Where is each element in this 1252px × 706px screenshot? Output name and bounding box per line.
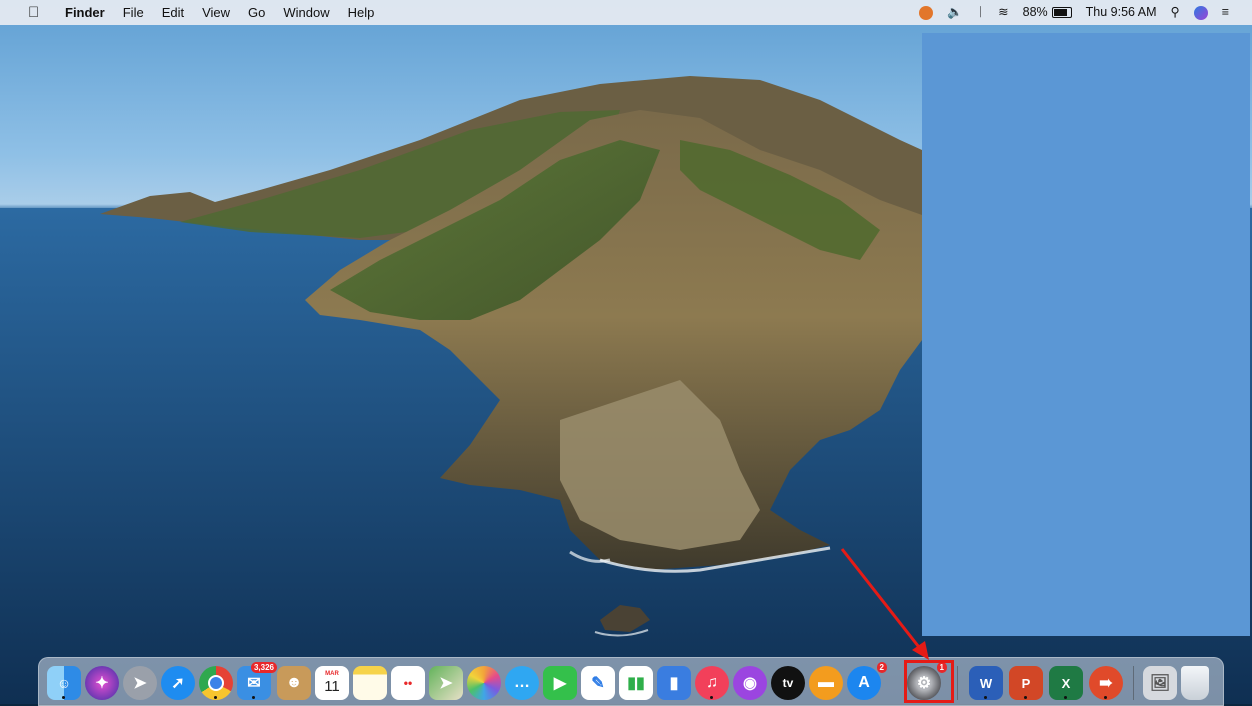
mail-badge: 3,326 [250,662,277,673]
volume-icon[interactable]: 🔈 [940,0,970,25]
siri-icon[interactable]: ✦ [85,666,119,700]
app-store-icon[interactable]: A2 [847,662,887,700]
notification-center-icon[interactable]: ≡ [1215,0,1236,25]
apple-tv-label: tv [782,676,794,690]
numbers-icon[interactable]: ▮▮ [619,666,653,700]
safari-icon[interactable]: ➚ [161,666,195,700]
menu-file[interactable]: File [114,0,153,25]
menu-finder[interactable]: Finder [56,0,114,25]
reminders-icon[interactable]: •• [391,666,425,700]
menu-help[interactable]: Help [339,0,384,25]
siri-icon[interactable] [1187,5,1215,20]
calendar-month: MAR [325,671,339,677]
photos-icon[interactable] [467,666,501,700]
user-status-icon[interactable] [912,5,940,20]
facetime-icon[interactable]: ▶ [543,666,577,700]
menu-view[interactable]: View [193,0,239,25]
apple-tv-icon[interactable]: tv [771,666,805,700]
battery-icon [1051,7,1072,18]
mail-icon[interactable]: ✉ 3,326 [237,662,277,700]
apple-logo-icon[interactable]:  [0,4,56,21]
downloads-stack-icon[interactable]: 🖼 [1143,666,1177,700]
keynote-icon[interactable]: ▮ [657,666,691,700]
chrome-icon[interactable] [199,666,233,700]
powerpoint-label: P [1021,675,1031,691]
podcasts-icon[interactable]: ◉ [733,666,767,700]
pencil-icon[interactable]: ✎ [581,666,615,700]
remote-desktop-icon[interactable]: ➠ [1089,666,1123,700]
app-store-badge: 2 [876,662,887,673]
battery-status[interactable]: 88% [1016,0,1079,25]
excel-icon[interactable]: X [1049,666,1083,700]
excel-label: X [1061,675,1071,691]
wifi-icon[interactable]: ≋ [991,0,1015,25]
finder-icon[interactable]: ☺ [47,666,81,700]
messages-icon[interactable]: … [505,666,539,700]
word-icon[interactable]: W [969,666,1003,700]
battery-percent: 88% [1022,5,1048,19]
launchpad-icon[interactable]: ➤ [123,666,157,700]
highlight-box [904,660,954,703]
powerpoint-icon[interactable]: P [1009,666,1043,700]
clock[interactable]: Thu 9:56 AM [1079,0,1164,25]
bluetooth-icon[interactable]: ᛁ [970,0,992,25]
menu-bar:  Finder File Edit View Go Window Help 🔈… [0,0,1252,25]
notes-icon[interactable] [353,666,387,700]
menu-bar-status: 🔈 ᛁ ≋ 88% Thu 9:56 AM ⚲ ≡ [912,0,1236,25]
maps-icon[interactable]: ➤ [429,666,463,700]
menu-bar-left:  Finder File Edit View Go Window Help [0,0,383,25]
contacts-icon[interactable]: ☻ [277,666,311,700]
dock-separator [957,666,958,700]
menu-edit[interactable]: Edit [153,0,193,25]
music-icon[interactable]: ♫ [695,666,729,700]
word-label: W [979,675,993,691]
calendar-icon[interactable]: MAR 11 [315,666,349,700]
books-icon[interactable]: ▬ [809,666,843,700]
menu-go[interactable]: Go [239,0,274,25]
calendar-day: 11 [324,678,340,695]
spotlight-search-icon[interactable]: ⚲ [1164,0,1187,25]
menu-window[interactable]: Window [274,0,338,25]
dock: ☺ ✦ ➤ ➚ ✉ 3,326 ☻ MAR 11 •• ➤ … ▶ ✎ ▮▮ ▮ … [38,657,1224,706]
redacted-panel [922,33,1250,636]
dock-separator [1133,666,1134,700]
trash-icon[interactable] [1181,666,1209,700]
